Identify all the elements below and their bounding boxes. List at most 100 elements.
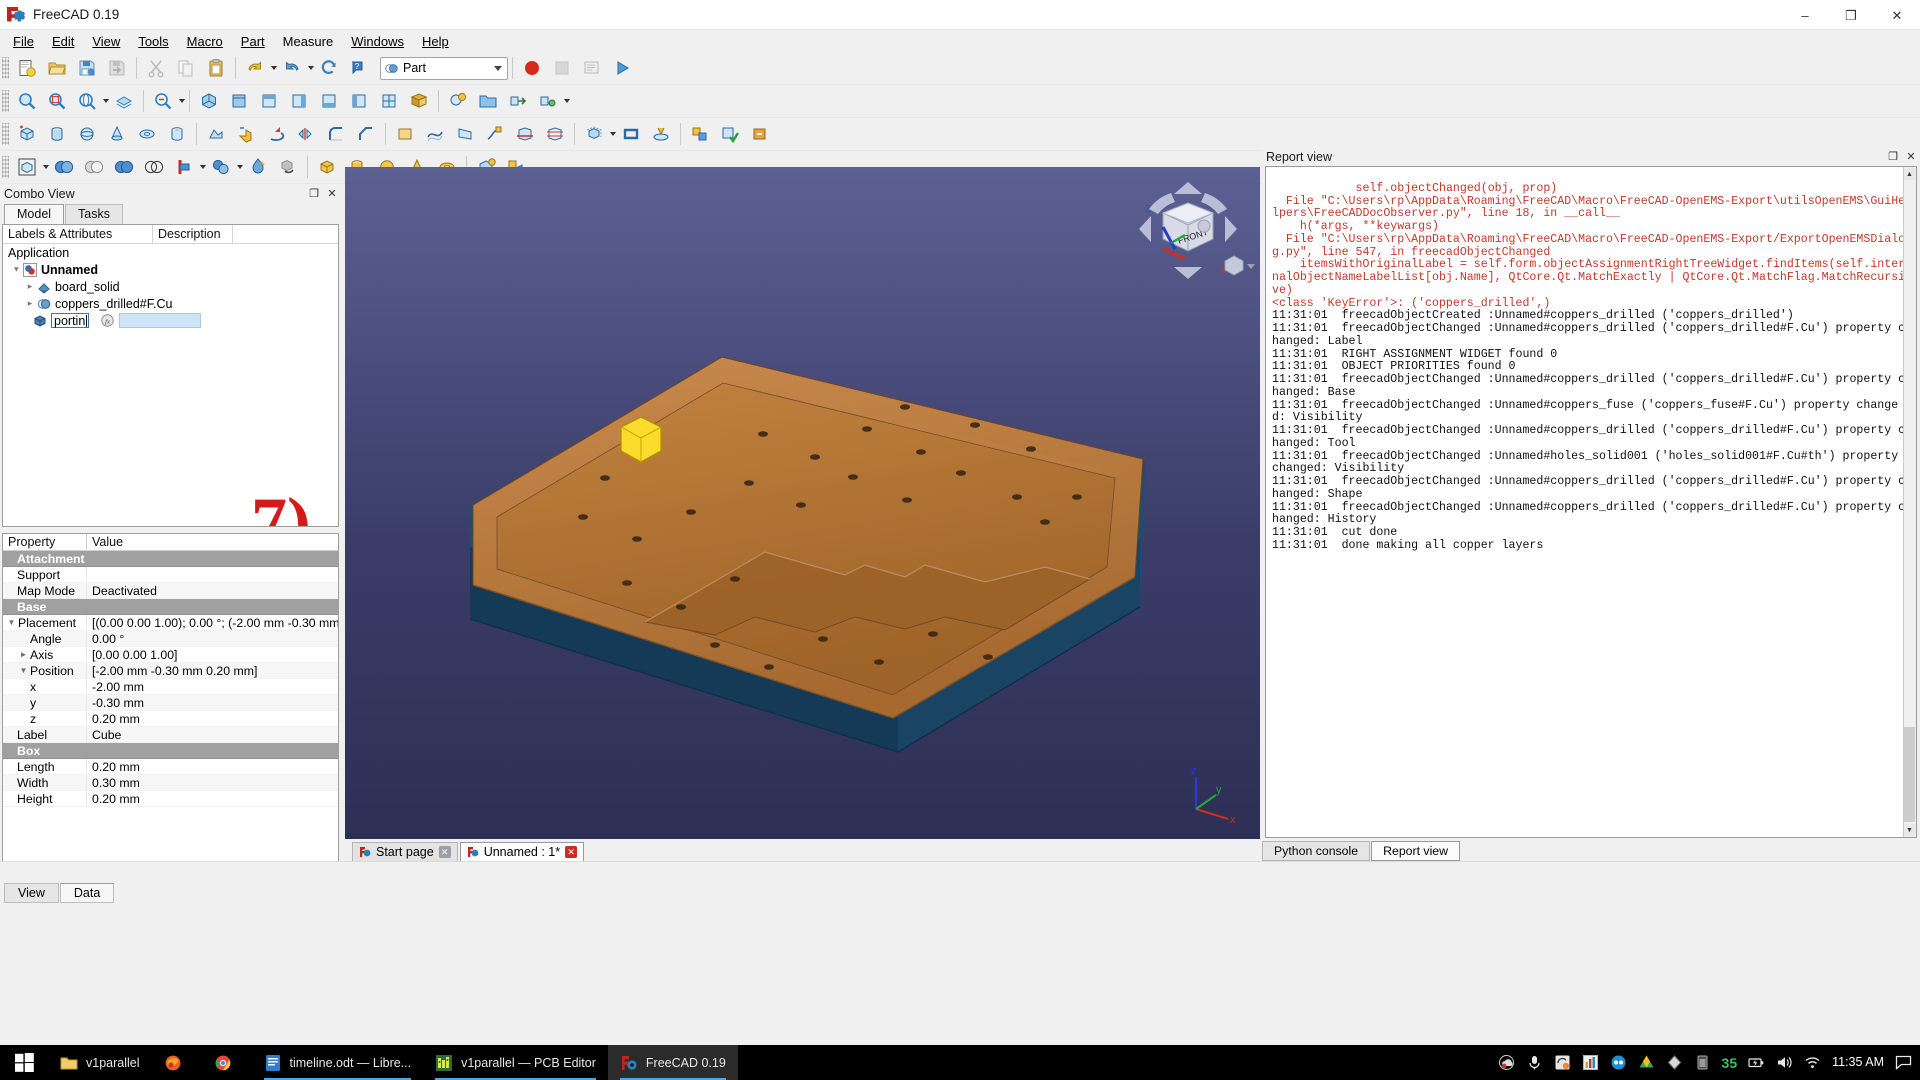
menu-help[interactable]: Help bbox=[413, 32, 458, 51]
chevron-down-icon[interactable] bbox=[43, 165, 49, 169]
left-view-icon[interactable] bbox=[375, 87, 403, 115]
chamfer-icon[interactable] bbox=[352, 120, 380, 148]
tree-column-labels[interactable]: Labels & Attributes bbox=[3, 225, 153, 243]
redo-icon[interactable] bbox=[278, 54, 306, 82]
close-button[interactable]: ✕ bbox=[1874, 0, 1920, 30]
defeaturing2-icon[interactable] bbox=[274, 153, 302, 181]
microphone-icon[interactable] bbox=[1526, 1054, 1543, 1071]
torus-primitive-icon[interactable] bbox=[133, 120, 161, 148]
defeaturing-icon[interactable] bbox=[746, 120, 774, 148]
tree-item-portin-editing[interactable]: portin fx bbox=[3, 312, 338, 329]
navigation-cube[interactable]: FRONT Z X bbox=[1139, 182, 1255, 279]
property-column-name[interactable]: Property bbox=[3, 534, 87, 550]
menu-windows[interactable]: Windows bbox=[342, 32, 413, 51]
property-editor[interactable]: Property Value Attachment Support Map Mo… bbox=[2, 533, 339, 878]
taskbar-item-firefox[interactable] bbox=[152, 1045, 202, 1080]
execute-macro-icon[interactable] bbox=[608, 54, 636, 82]
chevron-down-icon[interactable]: ▼ bbox=[17, 666, 30, 675]
float-panel-button[interactable]: ❐ bbox=[308, 187, 320, 199]
property-row-x[interactable]: x -2.00 mm bbox=[3, 679, 338, 695]
tree-root-application[interactable]: Application bbox=[3, 244, 338, 261]
compound-tools-icon[interactable] bbox=[686, 120, 714, 148]
thickness-icon[interactable] bbox=[617, 120, 645, 148]
extrude-icon[interactable] bbox=[232, 120, 260, 148]
property-value[interactable]: -2.00 mm bbox=[87, 680, 338, 694]
union-boolean-icon[interactable] bbox=[80, 153, 108, 181]
projection-on-surface-icon[interactable] bbox=[647, 120, 675, 148]
right-view-icon[interactable] bbox=[285, 87, 313, 115]
mdi-tab-unnamed[interactable]: Unnamed : 1* ✕ bbox=[460, 842, 584, 861]
property-value[interactable]: [-2.00 mm -0.30 mm 0.20 mm] bbox=[87, 664, 338, 678]
tree-item-coppers-drilled[interactable]: ▸ coppers_drilled#F.Cu bbox=[3, 295, 338, 312]
drive-icon[interactable] bbox=[1638, 1054, 1655, 1071]
taskbar-clock[interactable]: 11:35 AM bbox=[1832, 1056, 1884, 1070]
split-objects-icon[interactable] bbox=[207, 153, 235, 181]
create-part-icon[interactable] bbox=[444, 87, 472, 115]
whats-this-icon[interactable]: ? bbox=[345, 54, 373, 82]
rear-view-icon[interactable] bbox=[315, 87, 343, 115]
tree-item-board-solid[interactable]: ▸ board_solid bbox=[3, 278, 338, 295]
cone-primitive-icon[interactable] bbox=[103, 120, 131, 148]
bottom-view-icon[interactable] bbox=[345, 87, 373, 115]
menu-tools[interactable]: Tools bbox=[129, 32, 177, 51]
create-group-icon[interactable] bbox=[474, 87, 502, 115]
ethernet-icon[interactable] bbox=[1610, 1054, 1627, 1071]
box-primitive-icon[interactable] bbox=[13, 120, 41, 148]
tree-column-description[interactable]: Description bbox=[153, 225, 233, 243]
cut-boolean-icon[interactable] bbox=[50, 153, 78, 181]
chart-icon[interactable] bbox=[1582, 1054, 1599, 1071]
menu-measure[interactable]: Measure bbox=[274, 32, 343, 51]
report-scrollbar[interactable]: ▲ ▼ bbox=[1903, 167, 1916, 837]
property-row-y[interactable]: y -0.30 mm bbox=[3, 695, 338, 711]
chevron-down-icon[interactable] bbox=[103, 99, 109, 103]
menu-file[interactable]: File bbox=[4, 32, 43, 51]
diamond-icon[interactable] bbox=[1666, 1054, 1683, 1071]
record-macro-icon[interactable] bbox=[518, 54, 546, 82]
model-tree[interactable]: Labels & Attributes Description Applicat… bbox=[2, 224, 339, 527]
mdi-tab-start-page[interactable]: Start page ✕ bbox=[352, 842, 458, 861]
fit-selection-icon[interactable] bbox=[43, 87, 71, 115]
property-row-map-mode[interactable]: Map Mode Deactivated bbox=[3, 583, 338, 599]
property-value[interactable]: 0.20 mm bbox=[87, 712, 338, 726]
join-connect-icon[interactable] bbox=[170, 153, 198, 181]
maximize-button[interactable]: ❐ bbox=[1828, 0, 1874, 30]
taskbar-item-chrome[interactable] bbox=[202, 1045, 252, 1080]
3d-viewport[interactable]: FRONT Z X z y x bbox=[345, 167, 1260, 839]
tab-report-view[interactable]: Report view bbox=[1371, 841, 1460, 861]
loft-icon[interactable] bbox=[451, 120, 479, 148]
toolbar-grip[interactable] bbox=[2, 90, 9, 112]
property-row-axis[interactable]: ►Axis [0.00 0.00 1.00] bbox=[3, 647, 338, 663]
undo-icon[interactable] bbox=[241, 54, 269, 82]
menu-view[interactable]: View bbox=[83, 32, 129, 51]
taskbar-item-freecad[interactable]: FreeCAD 0.19 bbox=[608, 1045, 738, 1080]
make-face-icon[interactable] bbox=[391, 120, 419, 148]
property-row-label[interactable]: Label Cube bbox=[3, 727, 338, 743]
tube-primitive-icon[interactable] bbox=[163, 120, 191, 148]
copy-icon[interactable] bbox=[172, 54, 200, 82]
clipping-plane-icon[interactable] bbox=[405, 87, 433, 115]
undo-dropdown-icon[interactable] bbox=[271, 66, 277, 70]
paste-icon[interactable] bbox=[202, 54, 230, 82]
close-icon[interactable]: ✕ bbox=[565, 846, 577, 858]
close-panel-button[interactable]: ✕ bbox=[326, 187, 338, 199]
toolbar-grip[interactable] bbox=[2, 156, 9, 178]
chevron-down-icon[interactable] bbox=[200, 165, 206, 169]
front-view-icon[interactable] bbox=[225, 87, 253, 115]
property-value[interactable]: -0.30 mm bbox=[87, 696, 338, 710]
battery-app-icon[interactable] bbox=[1694, 1054, 1711, 1071]
measure-distance-icon[interactable] bbox=[149, 87, 177, 115]
property-row-position[interactable]: ▼Position [-2.00 mm -0.30 mm 0.20 mm] bbox=[3, 663, 338, 679]
section-icon[interactable] bbox=[511, 120, 539, 148]
taskbar-item-explorer[interactable]: v1parallel bbox=[48, 1045, 152, 1080]
property-value[interactable]: [(0.00 0.00 1.00); 0.00 °; (-2.00 mm -0.… bbox=[87, 616, 338, 630]
boolean-icon[interactable] bbox=[13, 153, 41, 181]
chevron-down-icon[interactable] bbox=[564, 99, 570, 103]
link-actions-icon[interactable] bbox=[534, 87, 562, 115]
link-object-icon[interactable] bbox=[504, 87, 532, 115]
chevron-right-icon[interactable]: ▸ bbox=[23, 297, 37, 311]
property-value[interactable]: 0.20 mm bbox=[87, 792, 338, 806]
tab-tasks[interactable]: Tasks bbox=[65, 204, 123, 224]
pcb-model-render[interactable]: FRONT Z X z y x bbox=[345, 167, 1260, 839]
toolbar-grip[interactable] bbox=[2, 123, 9, 145]
property-value[interactable]: [0.00 0.00 1.00] bbox=[87, 648, 338, 662]
